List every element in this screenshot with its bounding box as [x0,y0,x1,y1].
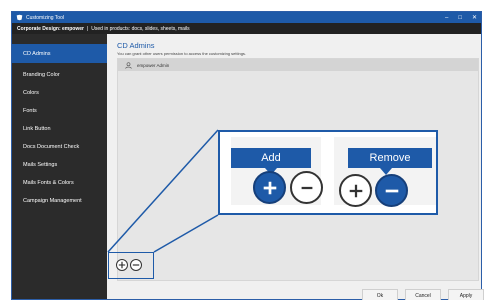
add-label: Add [231,148,311,175]
ok-button[interactable]: Ok [362,289,398,300]
zoom-callout: Add Remove [218,130,438,215]
sidebar-item-campaign-management[interactable]: Campaign Management [12,192,107,210]
sidebar-item-mails-fonts-colors[interactable]: Mails Fonts & Colors [12,174,107,192]
add-plus-icon [339,174,372,207]
sidebar-item-link-button[interactable]: Link Button [12,120,107,138]
add-user-button[interactable] [116,259,128,271]
maximize-button[interactable]: □ [458,15,462,21]
remove-zoom-panel: Remove [334,137,436,207]
page-title: CD Admins [117,41,155,50]
sidebar-item-docs-document-check[interactable]: Docs Document Check [12,138,107,156]
sidebar-item-fonts[interactable]: Fonts [12,102,107,120]
remove-minus-icon [290,171,323,204]
sidebar-item-cd-admins[interactable]: CD Admins [12,44,107,63]
sidebar: CD Admins Branding Color Colors Fonts Li… [12,34,107,299]
title-bar: Customizing Tool – □ ✕ [12,12,481,23]
separator: | [86,25,89,32]
remove-user-button[interactable] [130,259,142,271]
sidebar-item-colors[interactable]: Colors [12,84,107,102]
sidebar-item-branding-color[interactable]: Branding Color [12,66,107,84]
user-icon [125,61,132,69]
add-plus-icon [253,171,286,204]
list-item[interactable]: empower Admin [118,59,478,71]
apply-button[interactable]: Apply [448,289,484,300]
products-label: Used in products: [91,25,131,32]
add-zoom-panel: Add [231,137,323,205]
products-value: docs, slides, sheets, mails [131,25,190,32]
window-title: Customizing Tool [26,14,64,21]
sidebar-item-mails-settings[interactable]: Mails Settings [12,156,107,174]
list-item-name: empower Admin [137,62,170,68]
close-button[interactable]: ✕ [472,14,477,21]
context-bar: Corporate Design: empower | Used in prod… [12,23,481,34]
minimize-button[interactable]: – [445,15,448,21]
window-controls: – □ ✕ [445,12,477,23]
add-remove-controls [116,259,142,271]
design-label: Corporate Design: [17,25,61,32]
remove-minus-icon [375,174,408,207]
app-logo-icon [15,14,23,22]
remove-label: Remove [348,148,432,175]
page-description: You can grant other users permission to … [117,51,247,56]
design-value: empower [62,25,84,32]
cancel-button[interactable]: Cancel [405,289,441,300]
